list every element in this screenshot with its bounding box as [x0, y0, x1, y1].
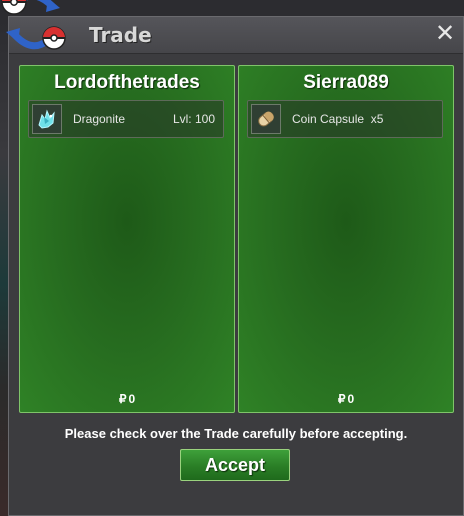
accept-button[interactable]: Accept — [180, 449, 290, 481]
left-item-level: Lvl: 100 — [172, 112, 215, 126]
left-item-slot[interactable]: Dragonite Lvl: 100 — [28, 100, 224, 138]
trade-window: Trade ✕ Lordofthetrades Dragonite Lvl: 1… — [8, 16, 464, 516]
pokedollar-icon: ₽ — [337, 392, 346, 406]
right-item-slot[interactable]: Coin Capsule x5 — [247, 100, 443, 138]
background-strip — [0, 0, 8, 516]
left-money-value: 0 — [128, 392, 136, 406]
left-trader-name: Lordofthetrades — [54, 72, 200, 93]
right-money: ₽0 — [239, 392, 453, 406]
dragonite-icon — [32, 104, 62, 134]
left-money: ₽0 — [20, 392, 234, 406]
left-trade-panel: Lordofthetrades Dragonite Lvl: 100 ₽0 — [19, 65, 235, 413]
right-trade-panel: Sierra089 Coin Capsule x5 ₽0 — [238, 65, 454, 413]
pokeball-swap-icon — [0, 0, 84, 56]
trade-notice: Please check over the Trade carefully be… — [64, 426, 408, 441]
close-icon[interactable]: ✕ — [433, 21, 457, 45]
right-trader-name: Sierra089 — [303, 72, 389, 93]
left-item-name: Dragonite — [73, 112, 126, 126]
right-money-value: 0 — [347, 392, 355, 406]
coin-capsule-icon — [251, 104, 281, 134]
pokedollar-icon: ₽ — [118, 392, 127, 406]
window-title: Trade — [89, 23, 152, 47]
right-item-name: Coin Capsule x5 — [292, 112, 384, 126]
